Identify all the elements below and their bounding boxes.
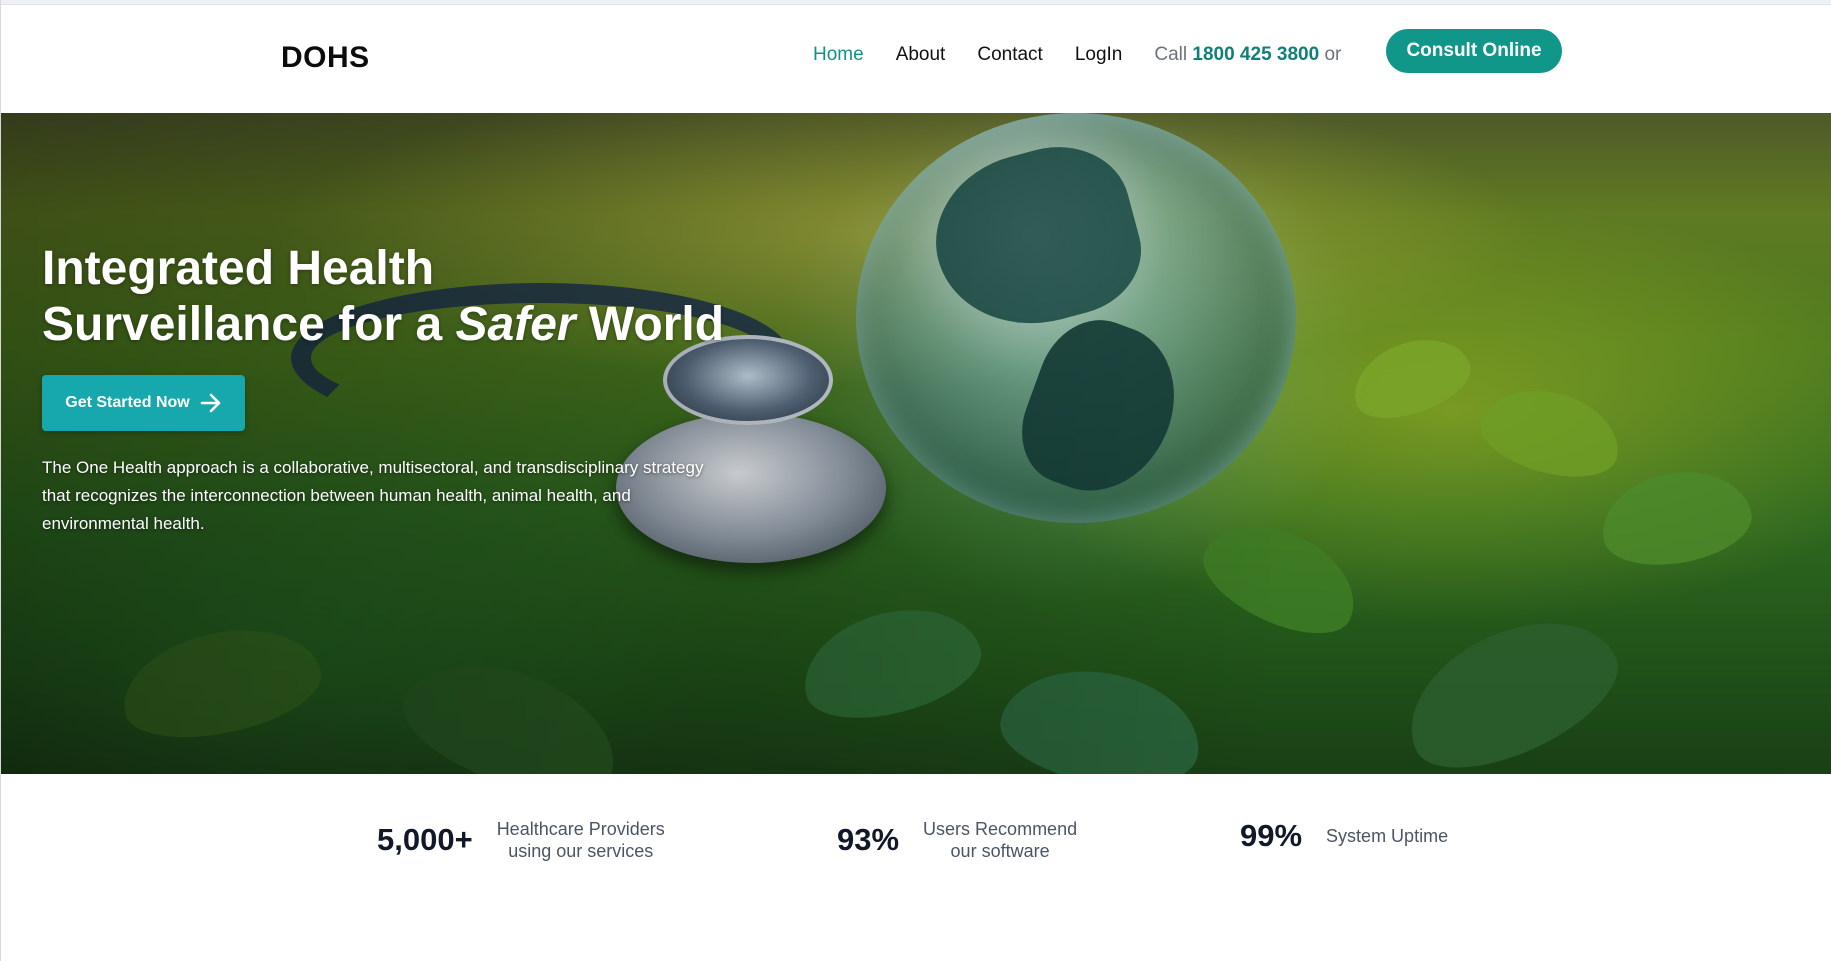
get-started-label: Get Started Now [65,394,190,411]
stat-providers: 5,000+ Healthcare Providers using our se… [377,818,665,862]
stat-uptime: 99% System Uptime [1240,818,1448,854]
hero-section: Integrated Health Surveillance for a Saf… [1,113,1831,774]
site-header: DOHS Home About Contact LogIn Call 1800 … [1,5,1831,113]
main-nav: Home About Contact LogIn Call 1800 425 3… [813,39,1341,71]
hero-title-line2-prefix: Surveillance for a [42,298,456,351]
nav-login[interactable]: LogIn [1075,44,1123,66]
nav-home[interactable]: Home [813,44,864,66]
hero-description: The One Health approach is a collaborati… [42,458,704,533]
stat-value: 99% [1240,818,1303,853]
stat-value: 93% [837,822,900,857]
call-info: Call 1800 425 3800 or [1154,44,1341,66]
hero-title-line1: Integrated Health [42,242,435,295]
hero-title-emphasis: Safer [455,298,576,351]
stats-section: 5,000+ Healthcare Providers using our se… [1,774,1831,961]
stat-label: Healthcare Providers using our services [496,819,665,861]
stat-label: Users Recommend our software [923,819,1078,861]
nav-contact[interactable]: Contact [977,44,1042,66]
hero-title: Integrated Health Surveillance for a Saf… [42,241,724,353]
call-prefix: Call [1154,44,1188,65]
hero-title-line2-suffix: World [575,298,725,351]
site-logo[interactable]: DOHS [281,41,370,75]
stat-label: System Uptime [1326,826,1449,846]
get-started-button[interactable]: Get Started Now [42,375,245,431]
arrow-right-icon [200,393,222,413]
consult-online-button[interactable]: Consult Online [1386,29,1562,73]
stat-recommend: 93% Users Recommend our software [837,818,1077,862]
stat-value: 5,000+ [377,822,473,857]
call-suffix: or [1324,44,1342,65]
phone-number[interactable]: 1800 425 3800 [1192,44,1319,65]
nav-about[interactable]: About [896,44,946,66]
hero-overlay [1,113,1831,774]
